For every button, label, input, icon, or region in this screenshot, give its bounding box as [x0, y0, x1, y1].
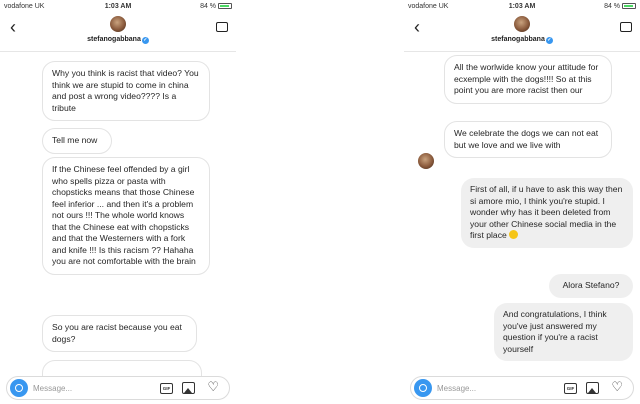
back-icon[interactable]: ‹ — [414, 18, 420, 36]
image-icon[interactable] — [182, 382, 195, 394]
message-thread[interactable]: All the worlwide know your attitude for … — [404, 53, 640, 376]
verified-icon: ✓ — [141, 37, 149, 44]
message-sent: And congratulations, I think you've just… — [494, 303, 633, 361]
camera-icon[interactable] — [414, 379, 432, 397]
battery-percent: 84 % — [604, 3, 621, 10]
avatar[interactable] — [110, 16, 126, 32]
chat-username[interactable]: stefanogabbana ✓ — [404, 36, 640, 44]
battery-icon — [218, 3, 232, 9]
verified-icon: ✓ — [545, 37, 553, 44]
gif-icon[interactable]: GIF — [160, 383, 173, 394]
image-icon[interactable] — [586, 382, 599, 394]
camera-icon[interactable] — [10, 379, 28, 397]
message-received: Tell me now — [42, 128, 112, 154]
message-received-partial — [42, 360, 202, 376]
chat-username[interactable]: stefanogabbana ✓ — [0, 36, 236, 44]
avatar[interactable] — [514, 16, 530, 32]
video-call-icon[interactable] — [620, 22, 632, 32]
message-received: So you are racist because you eat dogs? — [42, 315, 197, 352]
message-received: If the Chinese feel offended by a girl w… — [42, 157, 210, 275]
message-sent: First of all, if u have to ask this way … — [461, 178, 633, 248]
message-received: We celebrate the dogs we can not eat but… — [444, 121, 612, 158]
right-screenshot: vodafone UK 1:03 AM 84 % ‹ stefanogabban… — [404, 0, 640, 404]
message-text: First of all, if u have to ask this way … — [470, 184, 623, 240]
message-sent: Alora Stefano? — [549, 274, 633, 298]
emoji-icon — [509, 230, 519, 239]
heart-icon[interactable]: ♡ — [207, 380, 219, 393]
back-icon[interactable]: ‹ — [10, 18, 16, 36]
status-bar: vodafone UK 1:03 AM 84 % — [404, 0, 640, 14]
message-composer: GIF ♡ — [6, 376, 230, 400]
message-received: All the worlwide know your attitude for … — [444, 55, 612, 104]
left-screenshot: vodafone UK 1:03 AM 84 % ‹ stefanogabban… — [0, 0, 236, 404]
chat-header: ‹ stefanogabbana ✓ — [404, 14, 640, 52]
chat-header: ‹ stefanogabbana ✓ — [0, 14, 236, 52]
battery-percent: 84 % — [200, 3, 217, 10]
message-received: Why you think is racist that video? You … — [42, 61, 210, 121]
battery-indicator: 84 % — [200, 3, 232, 10]
video-call-icon[interactable] — [216, 22, 228, 32]
status-bar: vodafone UK 1:03 AM 84 % — [0, 0, 236, 14]
heart-icon[interactable]: ♡ — [611, 380, 623, 393]
message-input[interactable] — [437, 382, 537, 395]
message-composer: GIF ♡ — [410, 376, 634, 400]
message-input[interactable] — [33, 382, 133, 395]
sender-avatar — [418, 153, 434, 169]
battery-icon — [622, 3, 636, 9]
username-text: stefanogabbana — [491, 36, 545, 43]
message-thread[interactable]: Why you think is racist that video? You … — [0, 53, 236, 376]
username-text: stefanogabbana — [87, 36, 141, 43]
gif-icon[interactable]: GIF — [564, 383, 577, 394]
battery-indicator: 84 % — [604, 3, 636, 10]
